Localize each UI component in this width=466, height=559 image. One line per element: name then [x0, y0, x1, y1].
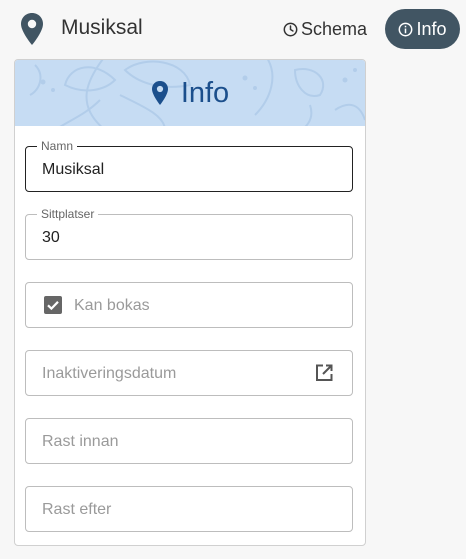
break-after-placeholder: Rast efter — [42, 501, 112, 518]
tab-info-label: Info — [416, 18, 447, 39]
deactivation-date-field[interactable]: Inaktiveringsdatum — [25, 350, 353, 396]
break-before-field[interactable]: Rast innan — [25, 418, 353, 464]
break-before-placeholder: Rast innan — [42, 433, 119, 450]
room-title: Musiksal — [61, 16, 143, 39]
tab-schema-label: Schema — [301, 18, 368, 39]
deactivation-date-placeholder: Inaktiveringsdatum — [42, 365, 177, 382]
card-header: Info — [15, 60, 365, 126]
seats-field-value: 30 — [42, 229, 60, 246]
name-field-label: Namn — [37, 139, 78, 153]
name-field-value: Musiksal — [42, 161, 105, 178]
card-title: Info — [180, 76, 230, 109]
bookable-field: Kan bokas — [25, 282, 353, 328]
clock-icon — [283, 22, 298, 36]
bookable-label: Kan bokas — [74, 297, 150, 314]
break-after-field[interactable]: Rast efter — [25, 486, 353, 532]
tab-info[interactable]: Info — [385, 9, 460, 49]
card-title-row: Info — [15, 60, 365, 126]
name-field[interactable]: Namn Musiksal — [25, 139, 353, 192]
bookable-checkbox[interactable] — [44, 296, 62, 314]
tab-schema[interactable]: Schema — [283, 17, 367, 41]
location-pin-icon — [151, 81, 168, 105]
info-card: Info Namn Musiksal Sittplatser 30 Kan bo… — [14, 59, 366, 546]
seats-field-label: Sittplatser — [37, 207, 99, 221]
info-icon — [399, 22, 413, 36]
checkmark-icon — [47, 301, 59, 311]
top-bar: Musiksal Schema Info — [0, 0, 466, 58]
open-in-new-icon[interactable] — [314, 363, 334, 383]
seats-field[interactable]: Sittplatser 30 — [25, 207, 353, 260]
location-pin-icon — [21, 13, 43, 45]
